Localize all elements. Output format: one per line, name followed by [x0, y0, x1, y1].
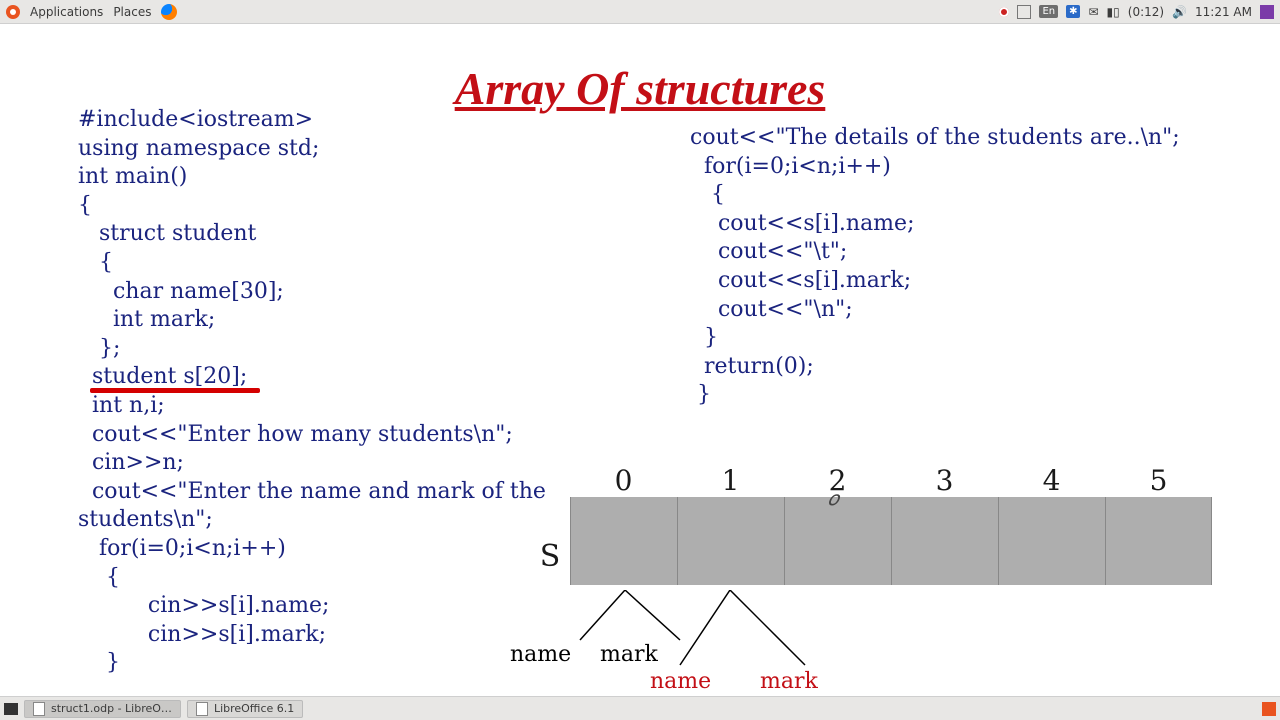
pen-annotation-icon: 𝑜	[828, 486, 839, 510]
array-name-label: S	[530, 509, 570, 574]
volume-icon[interactable]: 🔊	[1172, 5, 1187, 19]
bluetooth-icon[interactable]: ✱	[1066, 5, 1080, 18]
record-icon[interactable]	[999, 7, 1009, 17]
field-label-name-red: name	[650, 669, 711, 694]
show-desktop-icon[interactable]	[4, 703, 18, 715]
array-index: 0	[570, 464, 677, 497]
field-label-mark: mark	[600, 642, 658, 667]
array-indices-row: 0 1 2 3 4 5	[570, 464, 1230, 497]
taskbar-item-impress[interactable]: struct1.odp - LibreO…	[24, 700, 181, 718]
taskbar-item-label: struct1.odp - LibreO…	[51, 702, 172, 715]
code-block-right: cout<<"The details of the students are..…	[690, 124, 1210, 410]
presentation-slide: Array Of structures #include<iostream> u…	[0, 24, 1280, 696]
places-menu[interactable]: Places	[113, 5, 151, 19]
array-cell	[891, 497, 998, 585]
window-list-panel: struct1.odp - LibreO… LibreOffice 6.1	[0, 696, 1280, 720]
field-label-name: name	[510, 642, 571, 667]
array-cell	[677, 497, 784, 585]
recording-timer: (0:12)	[1128, 5, 1164, 19]
firefox-icon[interactable]	[161, 4, 177, 20]
clock[interactable]: 11:21 AM	[1195, 5, 1252, 19]
taskbar-item-libreoffice[interactable]: LibreOffice 6.1	[187, 700, 303, 718]
workspace-switcher-icon[interactable]	[1262, 702, 1276, 716]
array-cell	[998, 497, 1105, 585]
distributor-logo-icon[interactable]	[6, 5, 20, 19]
keyboard-layout-indicator[interactable]: En	[1039, 5, 1058, 18]
struct-branch-1	[675, 590, 855, 674]
array-cell	[784, 497, 891, 585]
document-icon	[196, 702, 208, 716]
user-switch-icon[interactable]	[1260, 5, 1274, 19]
notification-icon[interactable]	[1017, 5, 1031, 19]
document-icon	[33, 702, 45, 716]
taskbar-item-label: LibreOffice 6.1	[214, 702, 294, 715]
array-diagram: 0 1 2 3 4 5 S 𝑜 name mark	[530, 464, 1230, 585]
field-label-mark-red: mark	[760, 669, 818, 694]
array-index: 4	[998, 464, 1105, 497]
array-cell	[1105, 497, 1212, 585]
highlight-underline	[90, 388, 260, 393]
top-panel: Applications Places En ✱ ✉ ▮▯ (0:12) 🔊 1…	[0, 0, 1280, 24]
array-index: 5	[1105, 464, 1212, 497]
mail-icon[interactable]: ✉	[1088, 5, 1098, 19]
applications-menu[interactable]: Applications	[30, 5, 103, 19]
array-index: 3	[891, 464, 998, 497]
battery-icon[interactable]: ▮▯	[1107, 5, 1120, 19]
array-cell	[570, 497, 677, 585]
array-index: 1	[677, 464, 784, 497]
